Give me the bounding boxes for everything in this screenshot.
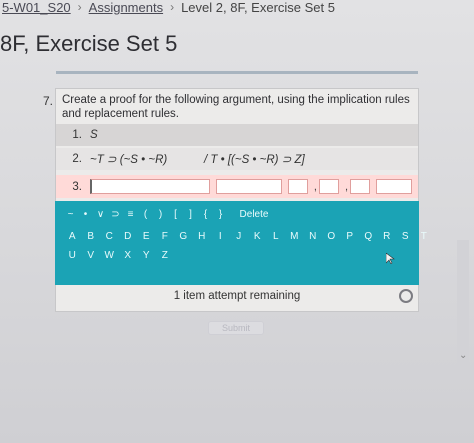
symbol-key-row: ~ • ∨ ⊃ ≡ ( ) [ ] { } Delete xyxy=(63,209,274,220)
key-open-brace[interactable]: { xyxy=(198,209,213,220)
key-horseshoe[interactable]: ⊃ xyxy=(108,209,123,220)
symbol-keyboard: ~ • ∨ ⊃ ≡ ( ) [ ] { } Delete ABCDEFGHIJK… xyxy=(55,201,427,285)
key-letter-w[interactable]: W xyxy=(100,250,119,261)
key-letter-i[interactable]: I xyxy=(211,231,230,242)
key-letter-y[interactable]: Y xyxy=(137,250,156,261)
key-letter-f[interactable]: F xyxy=(156,231,175,242)
key-letter-k[interactable]: K xyxy=(248,231,267,242)
breadcrumb-course[interactable]: 5-W01_S20 xyxy=(0,0,73,15)
divider xyxy=(56,71,418,74)
key-letter-j[interactable]: J xyxy=(230,231,249,242)
page: 5-W01_S20 › Assignments › Level 2, 8F, E… xyxy=(0,0,474,443)
key-letter-s[interactable]: S xyxy=(396,231,415,242)
key-letter-m[interactable]: M xyxy=(285,231,304,242)
key-letter-l[interactable]: L xyxy=(267,231,286,242)
breadcrumb-assignments[interactable]: Assignments xyxy=(87,0,165,15)
question-number: 7. xyxy=(43,94,54,108)
key-dot[interactable]: • xyxy=(78,209,93,220)
key-close-brace[interactable]: } xyxy=(213,209,228,220)
key-letter-z[interactable]: Z xyxy=(156,250,175,261)
key-letter-u[interactable]: U xyxy=(63,250,82,261)
key-letter-g[interactable]: G xyxy=(174,231,193,242)
conclusion: / T • [(~S • ~R) ⊃ Z] xyxy=(204,154,305,166)
page-title: 8F, Exercise Set 5 xyxy=(0,31,178,56)
letter-key-row: UVWXYZ xyxy=(63,250,174,261)
key-negation[interactable]: ~ xyxy=(63,209,78,220)
breadcrumb-separator: › xyxy=(77,0,82,14)
key-letter-h[interactable]: H xyxy=(193,231,212,242)
status-radio-icon xyxy=(399,289,413,303)
rule-input[interactable] xyxy=(215,179,282,194)
proof-line-number: 2. xyxy=(72,153,82,165)
key-letter-d[interactable]: D xyxy=(119,231,138,242)
key-letter-b[interactable]: B xyxy=(82,231,101,242)
proof-line-number: 3. xyxy=(72,180,82,193)
key-letter-a[interactable]: A xyxy=(63,231,82,242)
key-triple-bar[interactable]: ≡ xyxy=(123,209,138,220)
key-letter-n[interactable]: N xyxy=(304,231,323,242)
formula-input[interactable] xyxy=(89,179,210,194)
key-letter-x[interactable]: X xyxy=(119,250,138,261)
line-ref-input[interactable] xyxy=(318,179,339,194)
key-letter-o[interactable]: O xyxy=(322,231,341,242)
proof-line-formula: ~T ⊃ (~S • ~R) xyxy=(90,154,168,166)
proof-line-2: 2. ~T ⊃ (~S • ~R) / T • [(~S • ~R) ⊃ Z] xyxy=(56,148,418,170)
mouse-cursor-icon xyxy=(386,253,395,264)
line-ref-input[interactable] xyxy=(287,179,308,194)
key-letter-p[interactable]: P xyxy=(341,231,360,242)
proof-line-formula: S xyxy=(90,129,98,141)
key-close-paren[interactable]: ) xyxy=(153,209,168,220)
question-prompt: Create a proof for the following argumen… xyxy=(62,94,410,120)
key-letter-e[interactable]: E xyxy=(137,231,156,242)
key-open-paren[interactable]: ( xyxy=(138,209,153,220)
key-open-bracket[interactable]: [ xyxy=(168,209,183,220)
breadcrumb-current: Level 2, 8F, Exercise Set 5 xyxy=(181,0,335,15)
key-letter-t[interactable]: T xyxy=(415,231,434,242)
line-ref-input[interactable] xyxy=(376,179,413,194)
delete-button[interactable]: Delete xyxy=(234,209,274,220)
attempts-remaining: 1 item attempt remaining xyxy=(56,285,418,307)
breadcrumb: 5-W01_S20 › Assignments › Level 2, 8F, E… xyxy=(0,0,337,15)
letter-key-row: ABCDEFGHIJKLMNOPQRST xyxy=(63,231,433,242)
breadcrumb-separator: › xyxy=(170,0,175,14)
line-ref-separator: , xyxy=(313,180,317,193)
chevron-down-icon[interactable]: ⌄ xyxy=(459,350,467,361)
key-letter-v[interactable]: V xyxy=(82,250,101,261)
proof-line-3: 3. , , xyxy=(56,175,418,198)
key-close-bracket[interactable]: ] xyxy=(183,209,198,220)
line-ref-input[interactable] xyxy=(350,179,371,194)
submit-button[interactable]: Submit xyxy=(208,321,264,335)
key-wedge[interactable]: ∨ xyxy=(93,209,108,220)
proof-line-1: 1. S xyxy=(56,124,418,146)
key-letter-q[interactable]: Q xyxy=(359,231,378,242)
proof-line-number: 1. xyxy=(72,129,82,141)
key-letter-c[interactable]: C xyxy=(100,231,119,242)
line-ref-separator: , xyxy=(344,180,349,193)
key-letter-r[interactable]: R xyxy=(378,231,397,242)
